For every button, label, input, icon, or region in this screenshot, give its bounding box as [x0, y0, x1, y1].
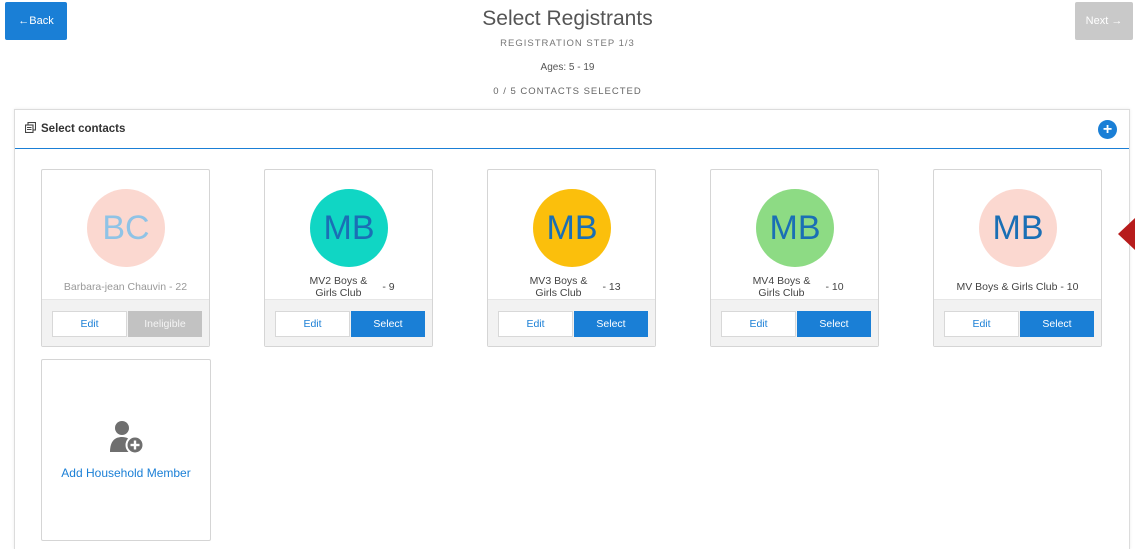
contact-age: - 9 — [382, 281, 395, 293]
card-footer: Edit Ineligible — [42, 299, 209, 346]
edit-button[interactable]: Edit — [944, 311, 1019, 337]
registration-step: REGISTRATION STEP 1/3 — [500, 38, 635, 49]
card-footer: Edit Select — [265, 299, 432, 346]
selected-count: 0 / 5 CONTACTS SELECTED — [493, 86, 642, 97]
select-button[interactable]: Select — [351, 311, 425, 337]
contact-age: - 13 — [602, 281, 621, 293]
select-button[interactable]: Select — [574, 311, 648, 337]
ineligible-button: Ineligible — [128, 311, 202, 337]
select-button[interactable]: Select — [1020, 311, 1094, 337]
contact-name: MV2 Boys & Girls Club - 9 — [309, 275, 395, 299]
contact-name: Barbara-jean Chauvin - 22 — [63, 281, 188, 293]
collapse-arrow-marker — [1118, 218, 1135, 250]
avatar: MB — [979, 189, 1057, 267]
avatar-initials: MB — [769, 208, 821, 247]
contact-card: MB MV2 Boys & Girls Club - 9 Edit Select — [264, 169, 433, 347]
add-person-icon — [107, 418, 147, 458]
avatar: MB — [533, 189, 611, 267]
plus-circle-icon: + — [1102, 120, 1113, 138]
contact-card: BC Barbara-jean Chauvin - 22 Edit Inelig… — [41, 169, 210, 347]
panel-header: Select contacts — [15, 110, 1129, 149]
contact-card: MB MV Boys & Girls Club - 10 Edit Select — [933, 169, 1102, 347]
avatar-initials: MB — [323, 208, 375, 247]
contact-name: MV3 Boys & Girls Club - 13 — [529, 275, 621, 299]
card-footer: Edit Select — [488, 299, 655, 346]
contact-name: MV4 Boys & Girls Club - 10 — [752, 275, 844, 299]
card-footer: Edit Select — [711, 299, 878, 346]
add-contact-button[interactable]: + — [1098, 120, 1117, 139]
edit-button[interactable]: Edit — [721, 311, 796, 337]
contact-card: MB MV4 Boys & Girls Club - 10 Edit Select — [710, 169, 879, 347]
panel-title: Select contacts — [41, 123, 126, 135]
contact-card: MB MV3 Boys & Girls Club - 13 Edit Select — [487, 169, 656, 347]
contacts-icon — [24, 121, 37, 136]
add-household-member-label: Add Household Member — [61, 466, 191, 480]
avatar: MB — [310, 189, 388, 267]
avatar-initials: MB — [546, 208, 598, 247]
avatar: MB — [756, 189, 834, 267]
age-range: Ages: 5 - 19 — [540, 62, 595, 73]
add-household-member-card[interactable]: Add Household Member — [41, 359, 211, 541]
select-button[interactable]: Select — [797, 311, 871, 337]
page-title: Select Registrants — [482, 7, 653, 30]
edit-button[interactable]: Edit — [52, 311, 127, 337]
edit-button[interactable]: Edit — [275, 311, 350, 337]
next-button[interactable]: Next → — [1075, 2, 1133, 40]
edit-button[interactable]: Edit — [498, 311, 573, 337]
avatar-initials: MB — [992, 208, 1044, 247]
contact-name: MV Boys & Girls Club - 10 — [956, 281, 1079, 293]
card-footer: Edit Select — [934, 299, 1101, 346]
avatar-initials: BC — [102, 208, 150, 247]
contact-age: - 10 — [825, 281, 844, 293]
page-header: Select Registrants REGISTRATION STEP 1/3… — [0, 6, 1135, 97]
avatar: BC — [87, 189, 165, 267]
